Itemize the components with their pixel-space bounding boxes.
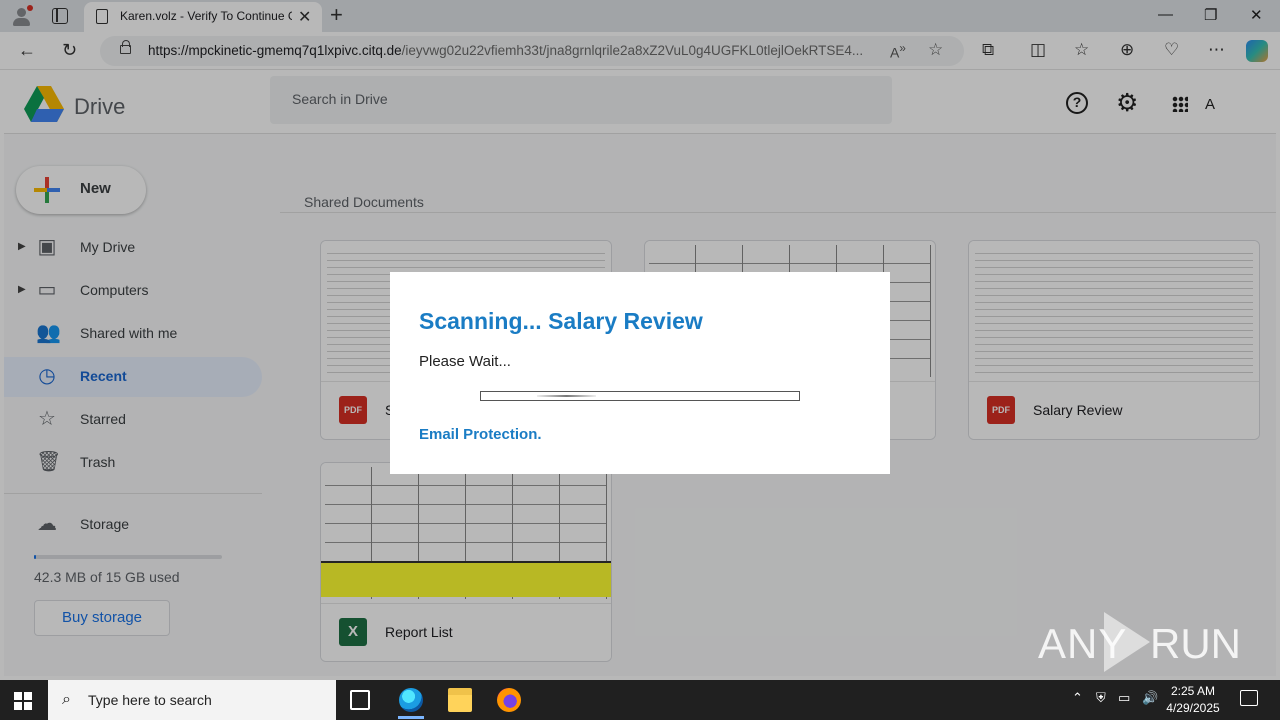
modal-overlay: Scanning... Salary Review Please Wait...…	[0, 0, 1280, 720]
file-explorer-icon[interactable]	[448, 688, 472, 712]
firefox-icon[interactable]	[497, 688, 521, 712]
taskbar: ⌕ Type here to search ⌃ ⛨ ▭ 🔊 2:25 AM 4/…	[0, 680, 1280, 720]
active-app-indicator	[398, 716, 424, 719]
scanning-dialog: Scanning... Salary Review Please Wait...…	[390, 272, 890, 474]
play-icon	[1104, 612, 1150, 672]
task-view-icon[interactable]	[350, 690, 370, 710]
dialog-footer: Email Protection.	[419, 426, 542, 443]
clock-date: 4/29/2025	[1166, 701, 1220, 715]
dialog-title: Scanning... Salary Review	[419, 308, 703, 334]
search-icon: ⌕	[62, 691, 71, 708]
taskbar-search-input[interactable]: ⌕ Type here to search	[48, 680, 336, 720]
progress-bar	[480, 391, 800, 401]
windows-start-icon[interactable]	[14, 692, 32, 710]
watermark-right-text: RUN	[1150, 620, 1241, 667]
clock-time: 2:25 AM	[1170, 684, 1216, 698]
volume-icon[interactable]: 🔊	[1142, 690, 1158, 706]
security-icon[interactable]: ⛨	[1096, 690, 1106, 706]
notification-icon[interactable]	[1240, 690, 1258, 706]
network-icon[interactable]: ▭	[1118, 690, 1130, 706]
progress-bar-fill	[537, 395, 596, 397]
edge-icon[interactable]	[399, 688, 423, 712]
taskbar-search-placeholder: Type here to search	[88, 692, 212, 708]
anyrun-watermark: ANY RUN	[1038, 610, 1241, 674]
chevron-up-icon[interactable]: ⌃	[1072, 690, 1083, 706]
clock[interactable]: 2:25 AM 4/29/2025	[1160, 683, 1226, 717]
dialog-wait-text: Please Wait...	[419, 353, 511, 370]
